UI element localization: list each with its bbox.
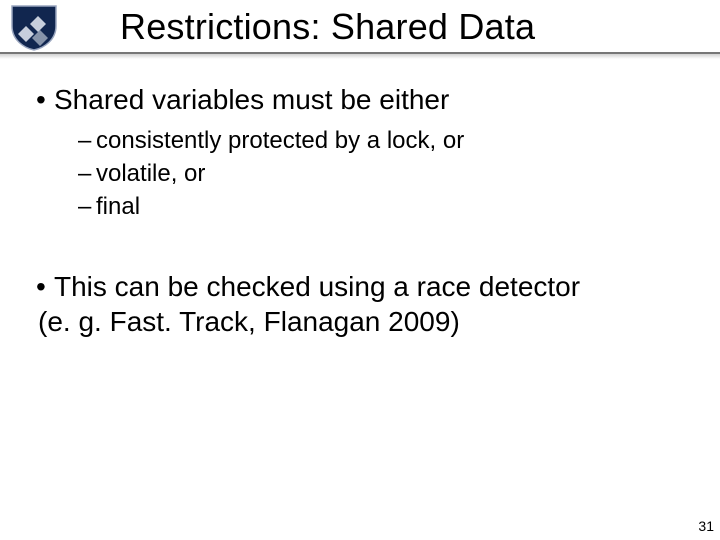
bullet-item: •Shared variables must be either bbox=[38, 82, 720, 117]
sub-bullet-item: –volatile, or bbox=[78, 158, 720, 189]
bullet-item: •This can be checked using a race detect… bbox=[38, 269, 598, 339]
sub-bullet-item: –consistently protected by a lock, or bbox=[78, 125, 720, 156]
dash-icon: – bbox=[78, 158, 96, 189]
page-number: 31 bbox=[698, 518, 714, 534]
dash-icon: – bbox=[78, 125, 96, 156]
bullet-text: This can be checked using a race detecto… bbox=[38, 271, 580, 337]
dash-icon: – bbox=[78, 191, 96, 222]
slide-body: •Shared variables must be either –consis… bbox=[0, 82, 720, 347]
bullet-dot-icon: • bbox=[36, 269, 54, 304]
sub-bullet-text: consistently protected by a lock, or bbox=[96, 127, 464, 154]
slide-header: Restrictions: Shared Data bbox=[0, 0, 720, 58]
header-divider bbox=[0, 52, 720, 60]
bullet-text: Shared variables must be either bbox=[54, 84, 449, 115]
sub-bullet-text: final bbox=[96, 193, 140, 220]
slide-title: Restrictions: Shared Data bbox=[120, 6, 535, 48]
rice-shield-logo bbox=[10, 4, 58, 52]
bullet-dot-icon: • bbox=[36, 82, 54, 117]
sub-bullet-item: –final bbox=[78, 191, 720, 222]
sub-bullet-text: volatile, or bbox=[96, 160, 205, 187]
